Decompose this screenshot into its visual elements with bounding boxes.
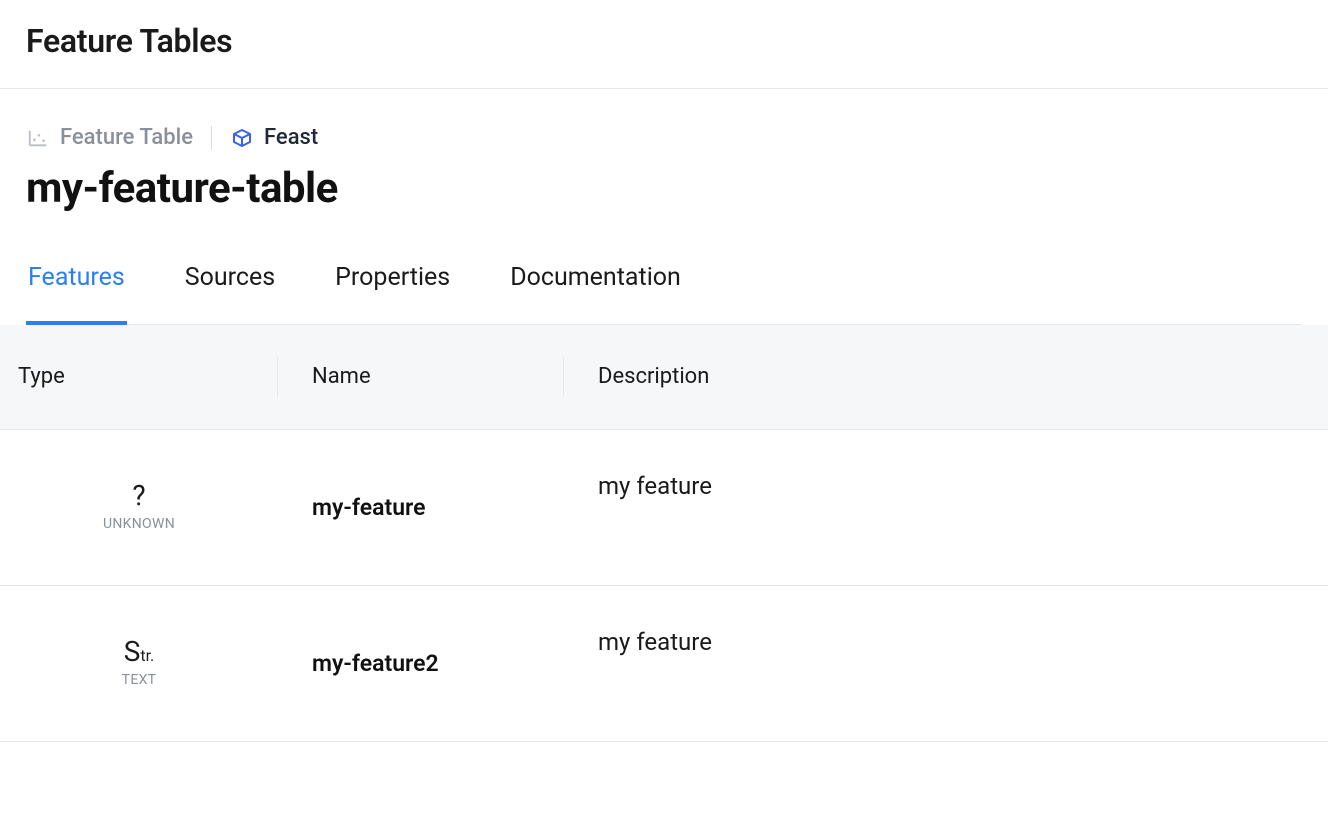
breadcrumb-entity-type-label: Feature Table	[60, 125, 193, 150]
breadcrumb-divider	[211, 126, 212, 150]
tabs: Features Sources Properties Documentatio…	[26, 263, 1302, 325]
cell-type: Str. TEXT	[0, 585, 278, 741]
type-label: UNKNOWN	[103, 516, 175, 532]
feast-icon	[230, 126, 254, 150]
cell-name: my-feature	[278, 429, 564, 585]
page-title: Feature Tables	[26, 22, 1302, 60]
cell-type: ? UNKNOWN	[0, 429, 278, 585]
type-symbol: Str.	[124, 638, 155, 666]
content-area: Feature Table Feast my-feature-table Fea…	[0, 89, 1328, 742]
table-header-row: Type Name Description	[0, 325, 1328, 429]
entity-name: my-feature-table	[26, 164, 1302, 213]
type-label: TEXT	[122, 672, 157, 688]
tab-documentation[interactable]: Documentation	[508, 263, 683, 324]
breadcrumb-platform-label: Feast	[264, 125, 318, 150]
breadcrumb: Feature Table Feast	[26, 125, 1302, 150]
column-header-description[interactable]: Description	[564, 325, 1328, 429]
page-header: Feature Tables	[0, 0, 1328, 89]
breadcrumb-platform[interactable]: Feast	[230, 125, 318, 150]
column-header-type[interactable]: Type	[0, 325, 278, 429]
table-row[interactable]: Str. TEXT my-feature2 my feature	[0, 585, 1328, 741]
column-header-name[interactable]: Name	[278, 325, 564, 429]
table-row[interactable]: ? UNKNOWN my-feature my feature	[0, 429, 1328, 585]
breadcrumb-entity-type[interactable]: Feature Table	[26, 125, 193, 150]
cell-description: my feature	[564, 429, 1328, 585]
type-symbol: ?	[132, 482, 145, 510]
cell-description: my feature	[564, 585, 1328, 741]
tab-sources[interactable]: Sources	[183, 263, 277, 324]
feature-table-icon	[26, 126, 50, 150]
features-table: Type Name Description ? UNKNOWN	[0, 325, 1328, 742]
tab-features[interactable]: Features	[26, 263, 127, 324]
cell-name: my-feature2	[278, 585, 564, 741]
tab-properties[interactable]: Properties	[333, 263, 452, 324]
